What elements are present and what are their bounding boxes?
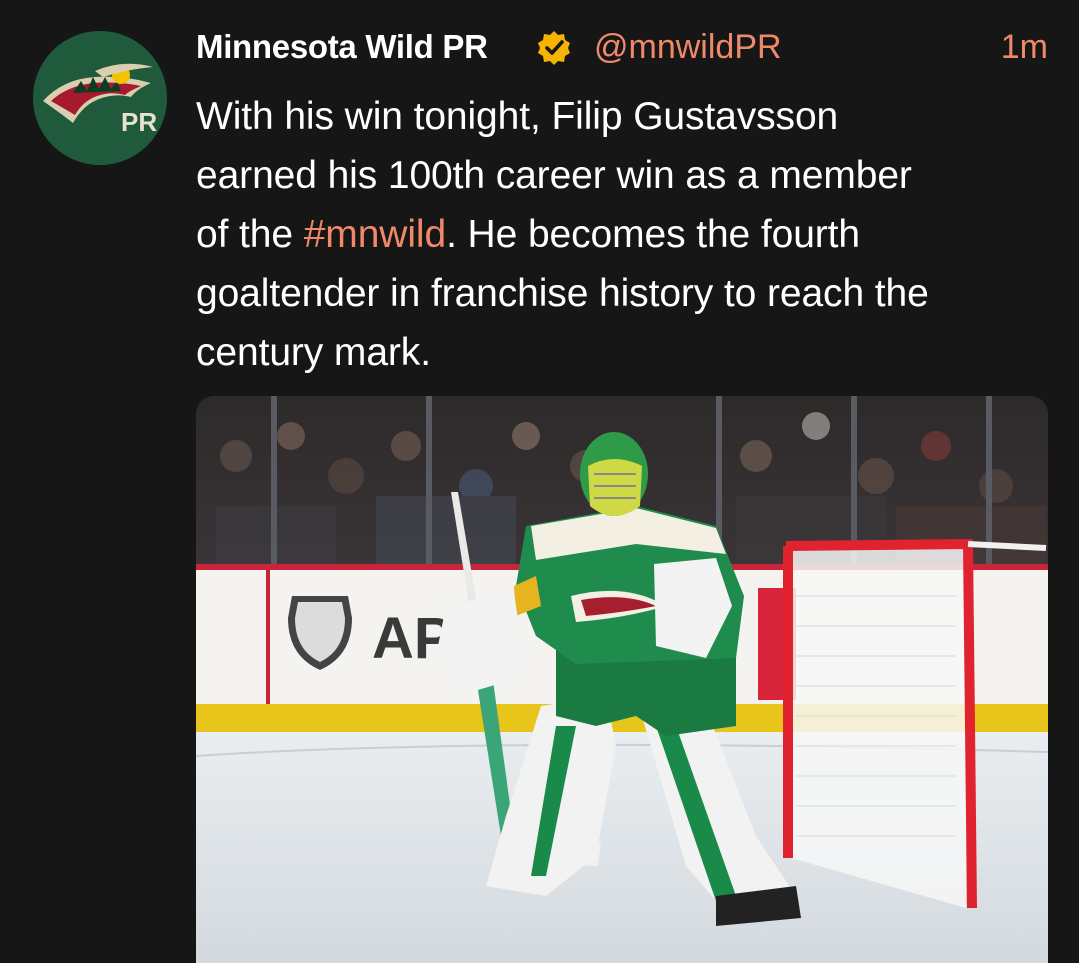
hashtag-link[interactable]: #mnwild	[304, 213, 446, 256]
timestamp[interactable]: 1m	[1001, 28, 1048, 67]
wild-pr-logo: PR	[33, 31, 167, 165]
verified-badge-icon	[536, 30, 572, 66]
tweet-header: Minnesota Wild PR @mnwildPR 1m	[196, 26, 1048, 72]
author-display-name[interactable]: Minnesota Wild PR	[196, 28, 488, 66]
text-line-4: goaltender in franchise history to reach…	[196, 272, 929, 315]
tweet[interactable]: PR Minnesota Wild PR @mnwildPR 1m With h…	[0, 0, 1079, 963]
avatar-pr-text: PR	[121, 107, 157, 137]
text-line-5: century mark.	[196, 331, 431, 374]
goalie-photo: AP	[196, 396, 1048, 963]
text-line-2: earned his 100th career win as a member	[196, 154, 912, 197]
text-line-3: of the #mnwild. He becomes the fourth	[196, 213, 861, 256]
tweet-photo[interactable]: AP	[196, 396, 1048, 963]
author-avatar[interactable]: PR	[33, 31, 167, 165]
text-line-1: With his win tonight, Filip Gustavsson	[196, 95, 839, 138]
tweet-text: With his win tonight, Filip Gustavsson e…	[196, 87, 1056, 382]
author-handle[interactable]: @mnwildPR	[594, 28, 782, 67]
